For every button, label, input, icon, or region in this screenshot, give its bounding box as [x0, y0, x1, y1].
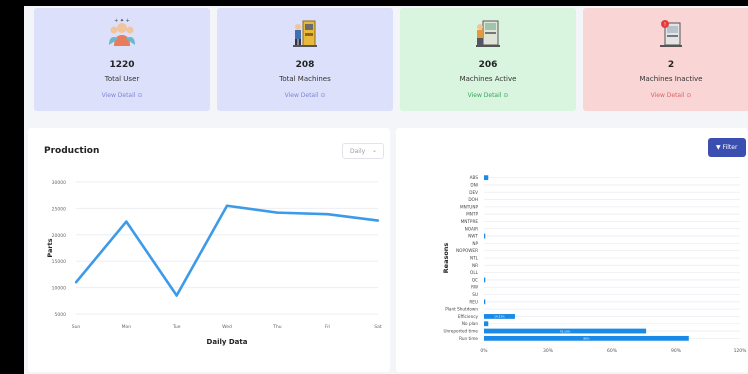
- data-point: [326, 213, 329, 216]
- category-label: REU: [469, 299, 478, 304]
- category-label: No plan: [462, 321, 478, 326]
- category-label: SU: [472, 292, 478, 297]
- bar-value-label: 96%: [583, 337, 590, 341]
- reason-bar: [484, 277, 486, 283]
- total-user-label: Total User: [104, 75, 140, 83]
- category-label: NP: [472, 241, 478, 246]
- arrow-circle-icon: ⊙: [686, 92, 692, 99]
- x-tick-label: Mon: [122, 324, 132, 330]
- category-label: QC: [472, 277, 478, 282]
- x-tick-label: 90%: [671, 348, 682, 354]
- total-machines-value: 208: [295, 60, 315, 70]
- inactive-machine-icon: !: [660, 20, 682, 47]
- category-label: Run time: [459, 336, 478, 341]
- reasons-bar-chart: ABS DNI DEV DOH MNTUNP MNTP MNTPRE NOAIR NWT NP NO…: [442, 175, 748, 354]
- category-label: DEV: [469, 190, 478, 195]
- machines-inactive-value: 2: [667, 60, 675, 70]
- machines-active-view-detail-link[interactable]: View Detail ⊙: [400, 92, 576, 99]
- category-label: NTL: [470, 256, 479, 261]
- machines-inactive-card: ! 2 Machines Inactive View Detail ⊙: [583, 8, 748, 111]
- category-label: Efficiency: [458, 314, 479, 319]
- category-label: OLL: [470, 270, 479, 275]
- category-label: NWT: [468, 234, 478, 239]
- bar-value-label: 14.53%: [494, 315, 505, 319]
- machines-active-value: 206: [478, 60, 498, 70]
- y-axis-title: Reasons: [442, 243, 450, 274]
- data-point: [225, 204, 229, 207]
- arrow-circle-icon: ⊙: [320, 92, 326, 99]
- machines-active-card: 206 Machines Active View Detail ⊙: [400, 8, 576, 111]
- category-label: NR: [472, 263, 478, 268]
- x-tick-label: Wed: [222, 324, 232, 330]
- bar-value-label: 76.19%: [560, 329, 571, 333]
- category-label: MNTPRE: [461, 219, 479, 224]
- x-tick-label: Tue: [172, 324, 181, 330]
- dashboard: + ✦ + 1220 Total User View Detail ⊙ 208 …: [24, 6, 748, 374]
- y-axis-title: Parts: [46, 238, 54, 257]
- machines-active-label: Machines Active: [459, 75, 517, 83]
- y-tick-label: 15000: [52, 259, 66, 265]
- x-tick-label: Sat: [374, 324, 382, 330]
- x-tick-label: Fri: [325, 324, 330, 330]
- y-tick-label: 30000: [52, 180, 66, 186]
- x-tick-label: 120%: [734, 348, 748, 354]
- y-tick-label: 5000: [55, 312, 67, 318]
- category-label: ABS: [470, 175, 479, 180]
- total-machines-card: 208 Total Machines View Detail ⊙: [217, 8, 393, 111]
- production-panel: Production Daily ⌄ 5000 10000 15000 20000 25…: [28, 128, 390, 372]
- data-point: [175, 294, 178, 297]
- x-tick-label: 30%: [543, 348, 554, 354]
- users-icon: + ✦ +: [109, 18, 135, 46]
- y-tick-label: 25000: [52, 206, 66, 212]
- total-user-view-detail-link[interactable]: View Detail ⊙: [34, 92, 210, 99]
- category-label: DNI: [470, 182, 478, 187]
- reason-bar: [484, 321, 489, 327]
- x-axis-title: Daily Data: [207, 338, 248, 346]
- svg-text:!: !: [664, 22, 666, 28]
- data-point: [376, 219, 380, 222]
- machines-inactive-label: Machines Inactive: [639, 75, 703, 83]
- reason-bar: [484, 233, 486, 239]
- y-tick-label: 10000: [52, 286, 66, 292]
- category-label: RW: [471, 285, 478, 290]
- active-machine-icon: [476, 20, 500, 47]
- production-series-line: [74, 204, 379, 297]
- category-label: MNTUNP: [460, 204, 479, 209]
- reason-bar: [484, 299, 486, 305]
- arrow-circle-icon: ⊙: [503, 92, 509, 99]
- category-label: Unreported time: [443, 329, 478, 334]
- total-user-card: + ✦ + 1220 Total User View Detail ⊙: [34, 8, 210, 111]
- svg-text:+ ✦ +: + ✦ +: [114, 18, 130, 24]
- reason-bar: [484, 175, 489, 181]
- category-label: DOH: [468, 197, 478, 202]
- category-label: Plant Shutdown: [445, 307, 478, 312]
- data-point: [74, 281, 78, 284]
- machines-inactive-view-detail-link[interactable]: View Detail ⊙: [583, 92, 748, 99]
- category-label: NOAIR: [465, 226, 478, 231]
- reasons-panel: ▼ Filter ABS DNI DEV DOH MNTUNP MNTP MNTPRE NOA…: [396, 128, 748, 372]
- machine-worker-icon: [293, 20, 317, 47]
- x-tick-label: Thu: [272, 324, 282, 330]
- category-label: MNTP: [466, 212, 478, 217]
- data-point: [125, 220, 128, 223]
- category-label: NOPOWER: [456, 248, 478, 253]
- x-tick-label: 0%: [480, 348, 488, 354]
- x-tick-label: 60%: [607, 348, 618, 354]
- total-machines-view-detail-link[interactable]: View Detail ⊙: [217, 92, 393, 99]
- arrow-circle-icon: ⊙: [137, 92, 143, 99]
- total-machines-label: Total Machines: [279, 75, 331, 83]
- x-tick-label: Sun: [72, 324, 81, 330]
- total-user-value: 1220: [109, 60, 135, 70]
- y-tick-label: 20000: [52, 233, 66, 239]
- production-line-chart: 5000 10000 15000 20000 25000 30000 Sun Mon Tue We…: [46, 180, 382, 346]
- data-point: [276, 211, 279, 214]
